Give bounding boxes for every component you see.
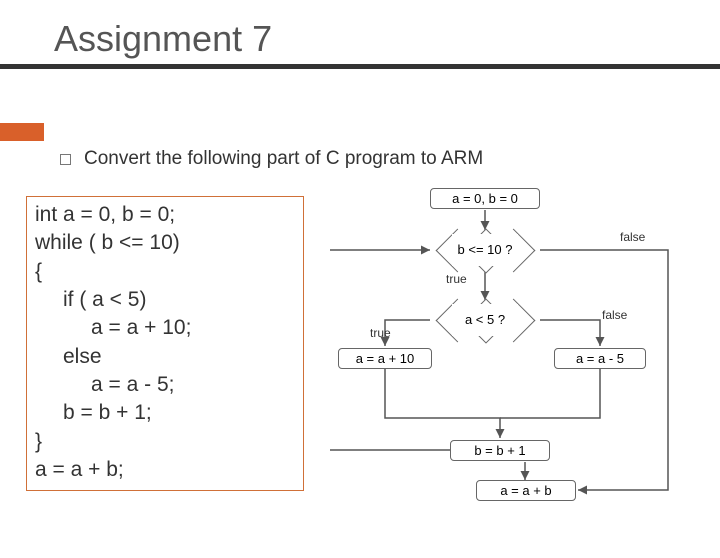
edge-label-true-1: true xyxy=(446,272,467,286)
code-line: while ( b <= 10) xyxy=(35,229,295,257)
flow-node-start: a = 0, b = 0 xyxy=(430,188,540,209)
edge-label-true-2: true xyxy=(370,326,391,340)
code-line: { xyxy=(35,258,295,286)
flow-node-dec5: a = a - 5 xyxy=(554,348,646,369)
edge-label-false-2: false xyxy=(602,308,627,322)
flow-node-bpp: b = b + 1 xyxy=(450,440,550,461)
code-box: int a = 0, b = 0; while ( b <= 10) { if … xyxy=(26,196,304,491)
code-line: else xyxy=(35,343,295,371)
code-line: a = a - 5; xyxy=(35,371,295,399)
title-underline xyxy=(0,64,720,69)
flow-node-cond1: b <= 10 ? xyxy=(430,230,540,270)
flowchart: a = 0, b = 0 b <= 10 ? a < 5 ? a = a + 1… xyxy=(330,188,710,548)
flow-node-sum: a = a + b xyxy=(476,480,576,501)
flow-node-inc10: a = a + 10 xyxy=(338,348,432,369)
accent-bar xyxy=(0,123,44,141)
code-line: } xyxy=(35,428,295,456)
flow-node-cond2: a < 5 ? xyxy=(430,300,540,340)
code-line: a = a + b; xyxy=(35,456,295,484)
edge-label-false-1: false xyxy=(620,230,645,244)
code-line: if ( a < 5) xyxy=(35,286,295,314)
code-line: b = b + 1; xyxy=(35,399,295,427)
code-line: a = a + 10; xyxy=(35,314,295,342)
bullet-text: Convert the following part of C program … xyxy=(84,148,684,170)
code-line: int a = 0, b = 0; xyxy=(35,201,295,229)
page-title: Assignment 7 xyxy=(54,18,720,60)
bullet-icon xyxy=(60,154,71,165)
